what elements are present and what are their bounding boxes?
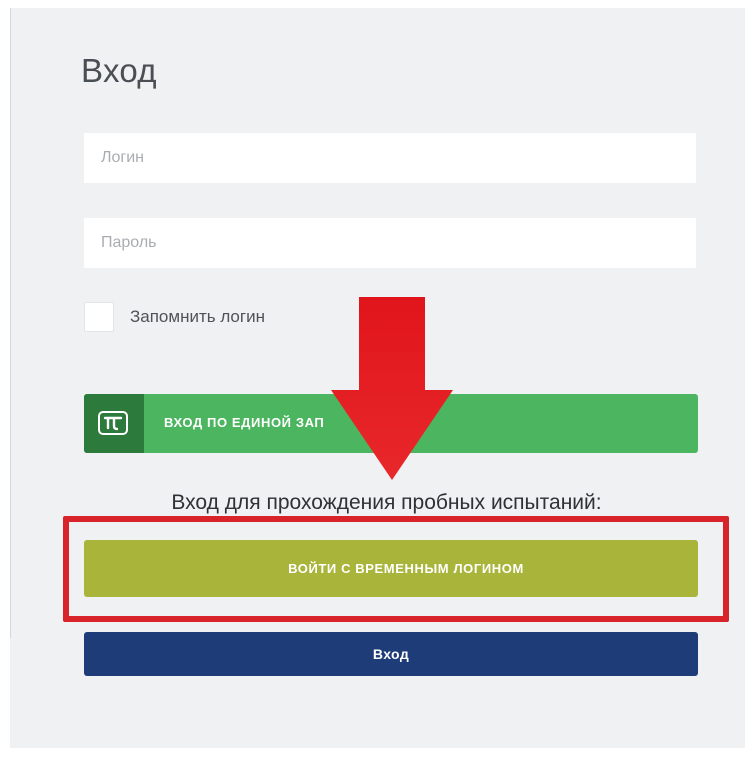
panel-divider xyxy=(10,8,11,638)
enter-button-label: Вход xyxy=(372,646,410,662)
login-input[interactable] xyxy=(84,133,696,183)
remember-login-label: Запомнить логин xyxy=(130,307,265,326)
trial-caption: Вход для прохождения пробных испытаний: xyxy=(171,491,602,514)
page-title: Вход xyxy=(81,52,157,89)
esia-login-button[interactable]: ВХОД ПО ЕДИНОЙ ЗАП У xyxy=(84,394,698,453)
remember-login-checkbox[interactable] xyxy=(84,302,114,332)
esia-icon-box xyxy=(84,394,144,453)
enter-button[interactable]: Вход xyxy=(84,632,698,676)
remember-login-row[interactable]: Запомнить логин xyxy=(84,300,265,334)
highlight-frame xyxy=(63,516,729,622)
password-input[interactable] xyxy=(84,218,696,268)
esia-login-label: ВХОД ПО ЕДИНОЙ ЗАП У xyxy=(164,415,392,430)
esia-logo-icon xyxy=(98,411,128,435)
